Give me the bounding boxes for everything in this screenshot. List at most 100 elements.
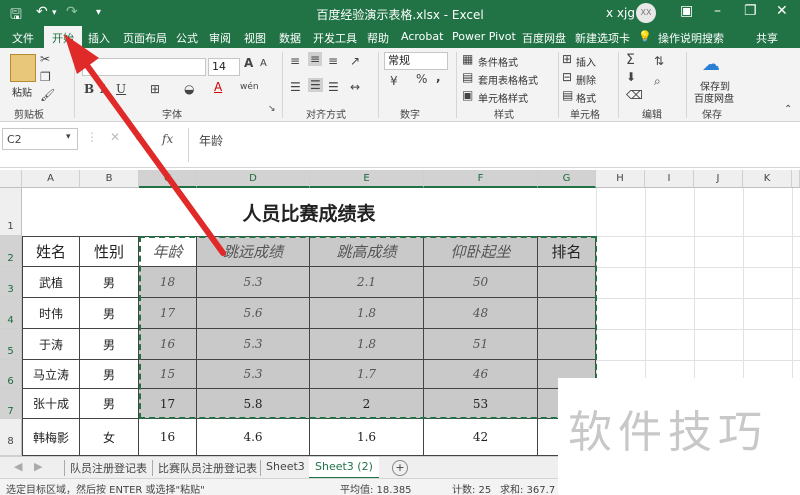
formula-input[interactable]: 年龄 <box>188 128 796 162</box>
table-cell[interactable]: 5.3 <box>197 360 310 389</box>
grow-font-icon[interactable]: A <box>244 56 253 70</box>
row-header[interactable]: 8 <box>0 419 22 456</box>
tab-page-layout[interactable]: 页面布局 <box>123 30 167 46</box>
table-cell[interactable] <box>538 329 596 360</box>
find-select-icon[interactable]: ⌕ <box>654 74 661 89</box>
table-cell[interactable]: 于涛 <box>22 329 80 360</box>
table-cell[interactable]: 时伟 <box>22 298 80 329</box>
cloud-icon[interactable]: ☁ <box>702 54 720 75</box>
dialog-launcher-icon[interactable]: ↘ <box>268 104 276 114</box>
table-cell[interactable]: 2.1 <box>310 267 424 298</box>
table-cell[interactable]: 韩梅影 <box>22 419 80 456</box>
add-sheet-button[interactable]: + <box>392 460 408 476</box>
table-cell[interactable]: 男 <box>80 298 139 329</box>
table-cell[interactable] <box>538 298 596 329</box>
conditional-format-icon[interactable]: ▦ <box>462 52 473 66</box>
font-color-icon[interactable]: A <box>214 80 222 94</box>
scroll-right-icon[interactable]: ▶ <box>34 460 42 473</box>
table-cell[interactable]: 张十成 <box>22 389 80 419</box>
format-painter-icon[interactable]: 🖌 <box>40 88 55 102</box>
header-cell-long-jump[interactable]: 跳远成绩 <box>197 236 310 267</box>
table-cell[interactable]: 46 <box>424 360 538 389</box>
column-header[interactable]: K <box>743 170 792 188</box>
header-cell-high-jump[interactable]: 跳高成绩 <box>310 236 424 267</box>
italic-button[interactable]: I <box>100 82 105 96</box>
conditional-format-button[interactable]: 条件格式 <box>478 54 518 69</box>
restore-icon[interactable]: ❐ <box>744 3 757 19</box>
enter-icon[interactable]: ✓ <box>134 130 144 144</box>
sheet-title-cell[interactable]: 人员比赛成绩表 <box>22 188 596 236</box>
header-cell-rank[interactable]: 排名 <box>538 236 596 267</box>
table-cell[interactable]: 48 <box>424 298 538 329</box>
table-cell[interactable]: 1.8 <box>310 298 424 329</box>
font-size-box[interactable]: 14 <box>208 58 240 76</box>
table-cell[interactable]: 15 <box>139 360 197 389</box>
sheet-tab[interactable]: Sheet3 <box>266 460 305 473</box>
header-cell-situps[interactable]: 仰卧起坐 <box>424 236 538 267</box>
column-header[interactable]: E <box>310 170 424 188</box>
column-header[interactable]: C <box>139 170 197 188</box>
name-box-dropdown-icon[interactable]: ▾ <box>66 132 71 142</box>
close-icon[interactable]: ✕ <box>776 3 788 19</box>
table-cell[interactable]: 16 <box>139 419 197 456</box>
minimize-icon[interactable]: – <box>714 3 721 19</box>
align-middle-icon[interactable]: ≡ <box>308 52 323 66</box>
cut-icon[interactable]: ✂ <box>40 52 50 66</box>
table-cell[interactable]: 51 <box>424 329 538 360</box>
share-button[interactable]: 共享 <box>756 30 778 46</box>
table-cell[interactable]: 17 <box>139 389 197 419</box>
table-cell[interactable]: 1.8 <box>310 329 424 360</box>
sort-filter-icon[interactable]: ⇅ <box>654 54 664 68</box>
table-cell[interactable]: 男 <box>80 329 139 360</box>
copy-icon[interactable]: ❐ <box>40 70 51 84</box>
column-header[interactable]: J <box>694 170 743 188</box>
align-left-icon[interactable]: ☰ <box>290 80 301 94</box>
cell-styles-icon[interactable]: ▣ <box>462 88 473 102</box>
format-cells-button[interactable]: 格式 <box>576 90 596 105</box>
table-cell[interactable]: 16 <box>139 329 197 360</box>
tab-power-pivot[interactable]: Power Pivot <box>452 30 516 43</box>
cell-styles-button[interactable]: 单元格样式 <box>478 90 528 105</box>
collapse-ribbon-icon[interactable]: ⌃ <box>784 104 792 115</box>
tell-me-search[interactable]: 操作说明搜索 <box>658 30 724 46</box>
number-format-box[interactable]: 常规 <box>384 52 448 70</box>
table-cell[interactable]: 5.8 <box>197 389 310 419</box>
bold-button[interactable]: B <box>84 82 94 96</box>
clear-icon[interactable]: ⌫ <box>626 88 643 102</box>
align-bottom-icon[interactable]: ≡ <box>328 54 338 68</box>
scroll-left-icon[interactable]: ◀ <box>14 460 22 473</box>
align-right-icon[interactable]: ☰ <box>328 80 339 94</box>
table-cell[interactable]: 5.6 <box>197 298 310 329</box>
table-cell[interactable] <box>538 267 596 298</box>
sheet-tab-active[interactable]: Sheet3 (2) <box>309 457 379 479</box>
column-header[interactable]: D <box>197 170 310 188</box>
tab-new[interactable]: 新建选项卡 <box>575 30 630 46</box>
comma-icon[interactable]: , <box>436 70 441 84</box>
column-header[interactable]: A <box>22 170 80 188</box>
header-cell-name[interactable]: 姓名 <box>22 236 80 267</box>
column-header[interactable]: B <box>80 170 139 188</box>
fill-color-icon[interactable]: ◒ <box>184 82 194 96</box>
tab-developer[interactable]: 开发工具 <box>313 30 357 46</box>
user-name[interactable]: x xjg <box>606 6 635 20</box>
column-header[interactable]: I <box>645 170 694 188</box>
paste-button[interactable]: 粘贴 <box>12 84 32 99</box>
table-cell[interactable]: 男 <box>80 267 139 298</box>
table-cell[interactable]: 4.6 <box>197 419 310 456</box>
font-name-box[interactable] <box>82 58 206 76</box>
table-cell[interactable]: 1.6 <box>310 419 424 456</box>
table-cell[interactable]: 女 <box>80 419 139 456</box>
header-cell-gender[interactable]: 性别 <box>80 236 139 267</box>
autosum-icon[interactable]: Σ <box>626 52 635 68</box>
save-baidu-line2[interactable]: 百度网盘 <box>694 90 734 105</box>
table-cell[interactable]: 马立涛 <box>22 360 80 389</box>
avatar[interactable]: XX <box>636 3 656 23</box>
table-cell[interactable]: 5.3 <box>197 329 310 360</box>
tab-data[interactable]: 数据 <box>279 30 301 46</box>
format-as-table-button[interactable]: 套用表格格式 <box>478 72 538 87</box>
tab-review[interactable]: 审阅 <box>209 30 231 46</box>
insert-cells-icon[interactable]: ⊞ <box>562 52 572 66</box>
row-header[interactable]: 4 <box>0 298 22 329</box>
table-cell[interactable]: 5.3 <box>197 267 310 298</box>
table-cell[interactable]: 50 <box>424 267 538 298</box>
